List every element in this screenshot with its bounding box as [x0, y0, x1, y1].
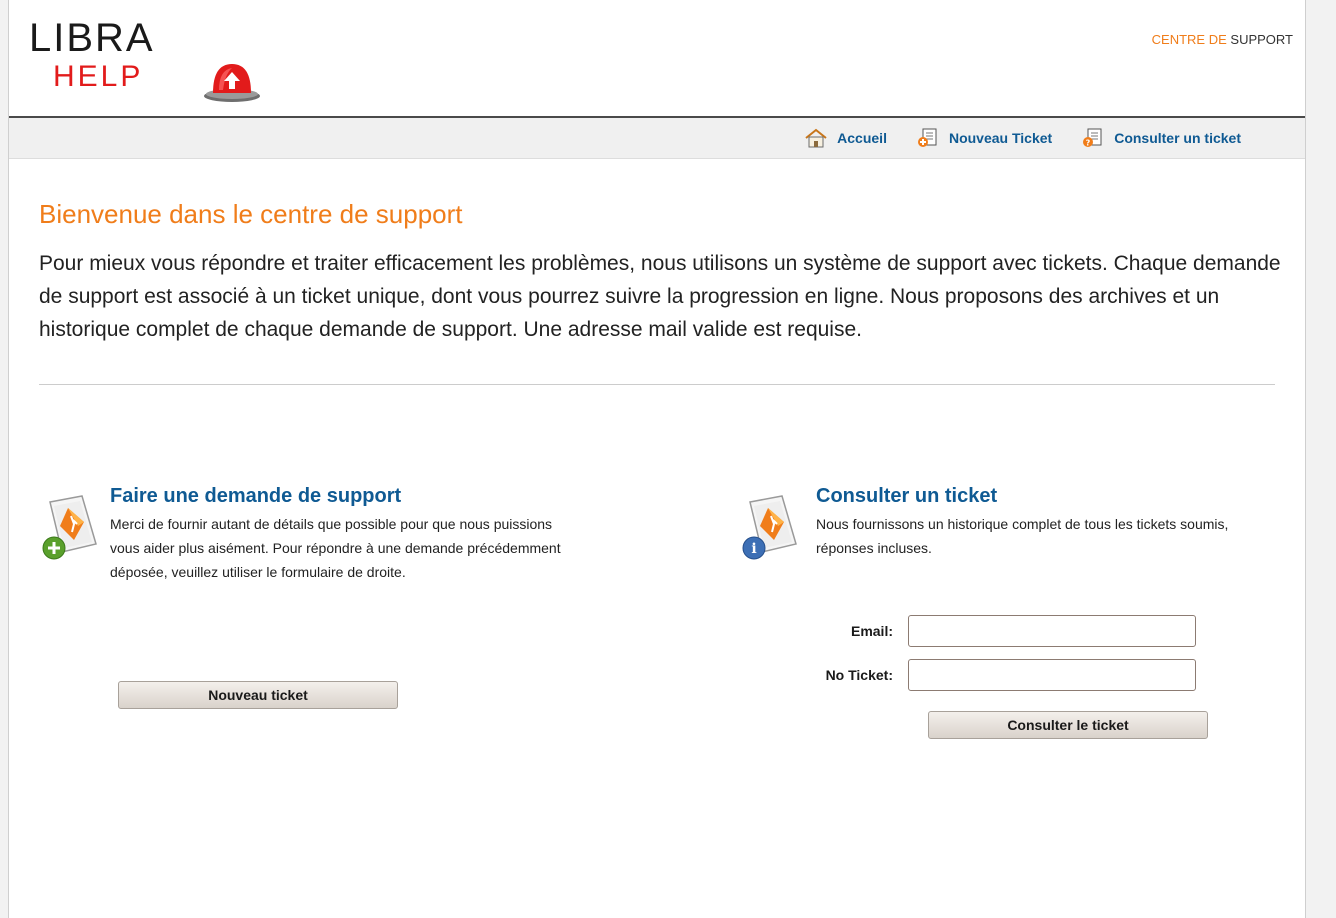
nav-item-label: Nouveau Ticket: [948, 130, 1053, 146]
nav-item-accueil[interactable]: Accueil: [805, 128, 887, 148]
email-row: Email:: [797, 615, 1196, 647]
divider: [39, 384, 1275, 385]
site-title-accent: CENTRE DE: [1151, 32, 1227, 47]
logo-line-1: LIBRA: [29, 16, 155, 60]
logo-line-2: HELP: [53, 60, 144, 93]
ticket-number-row: No Ticket:: [797, 659, 1196, 691]
site-title-rest: SUPPORT: [1226, 32, 1293, 47]
header: LIBRA HELP CENTRE DE SUPPORT: [9, 0, 1305, 118]
ticket-number-label: No Ticket:: [825, 667, 893, 683]
new-ticket-button[interactable]: Nouveau ticket: [118, 681, 398, 709]
ticket-number-field[interactable]: [908, 659, 1196, 691]
email-field[interactable]: [908, 615, 1196, 647]
nav-item-label: Accueil: [837, 130, 887, 146]
nav-item-consulter-ticket[interactable]: ? Consulter un ticket: [1082, 128, 1241, 148]
new-ticket-heading: Faire une demande de support: [110, 485, 402, 507]
new-ticket-icon: [917, 128, 939, 148]
check-ticket-button[interactable]: Consulter le ticket: [928, 711, 1208, 739]
check-ticket-document-icon: i: [738, 492, 806, 564]
nav-bar: Accueil Nouveau Ticket ? Consulter un ti…: [9, 118, 1305, 159]
main-content: Bienvenue dans le centre de support Pour…: [9, 159, 1305, 385]
check-ticket-description: Nous fournissons un historique complet d…: [816, 516, 1229, 556]
page-container: LIBRA HELP CENTRE DE SUPPORT Accueil Nou…: [8, 0, 1306, 918]
svg-text:i: i: [751, 541, 756, 557]
new-ticket-description: Merci de fournir autant de détails que p…: [110, 516, 561, 580]
new-ticket-document-icon: [38, 492, 106, 564]
new-ticket-panel: Faire une demande de support Merci de fo…: [38, 484, 598, 584]
home-icon: [805, 128, 827, 148]
nav-item-label: Consulter un ticket: [1114, 130, 1241, 146]
logo[interactable]: LIBRA HELP: [29, 18, 269, 108]
site-title: CENTRE DE SUPPORT: [1152, 32, 1293, 47]
check-ticket-panel: i Consulter un ticket Nous fournissons u…: [738, 484, 1278, 560]
page-title: Bienvenue dans le centre de support: [39, 199, 463, 229]
siren-icon: [201, 58, 263, 109]
nav-item-nouveau-ticket[interactable]: Nouveau Ticket: [917, 128, 1052, 148]
svg-text:?: ?: [1086, 139, 1091, 148]
check-ticket-heading: Consulter un ticket: [816, 485, 998, 507]
email-label: Email:: [850, 623, 893, 639]
check-ticket-icon: ?: [1082, 128, 1104, 148]
intro-text: Pour mieux vous répondre et traiter effi…: [39, 252, 1281, 341]
